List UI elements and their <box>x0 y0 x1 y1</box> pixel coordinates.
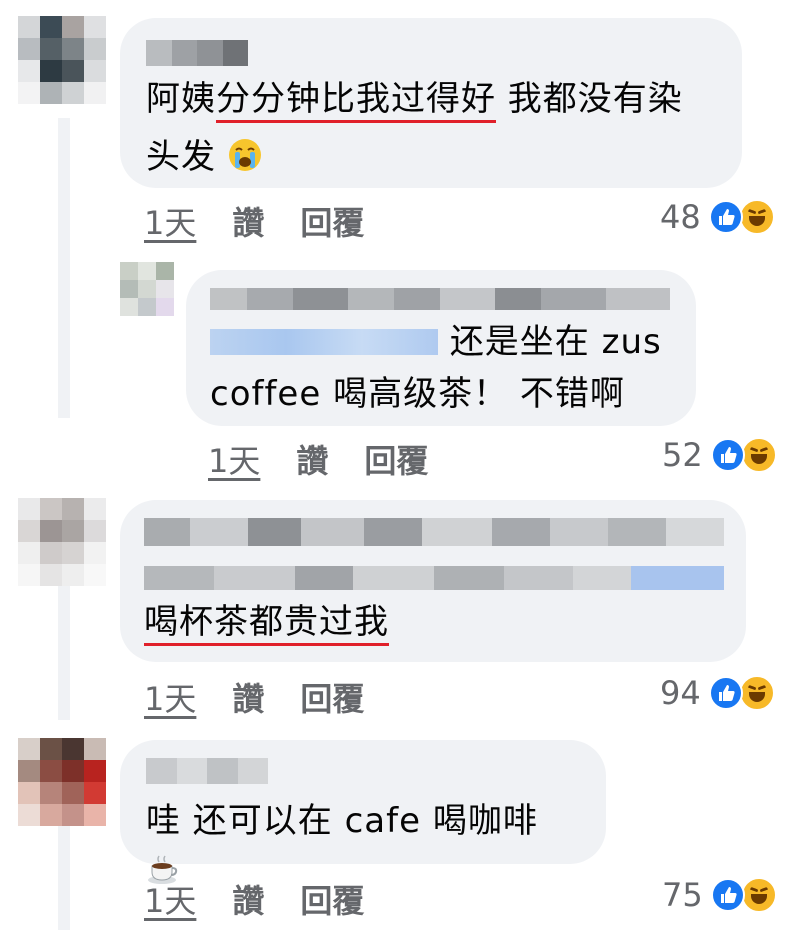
like-button[interactable]: 讚 <box>232 674 264 720</box>
underlined-text: 喝杯茶都贵过我 <box>144 602 389 642</box>
avatar[interactable] <box>18 738 106 826</box>
haha-icon <box>740 437 777 473</box>
comment-text: 喝杯茶都贵过我 <box>144 596 722 648</box>
reply-button[interactable]: 回覆 <box>300 198 364 244</box>
like-button[interactable]: 讚 <box>232 198 264 244</box>
comment-actions: 1天 讚 回覆 <box>208 436 428 482</box>
comment-actions: 1天 讚 回覆 <box>144 198 364 244</box>
reaction-summary[interactable]: 52 <box>662 436 777 474</box>
timestamp-link[interactable]: 1天 <box>144 674 196 720</box>
like-button[interactable]: 讚 <box>232 876 264 922</box>
text-blurred <box>144 566 724 590</box>
reaction-count: 94 <box>660 674 701 712</box>
reaction-summary[interactable]: 48 <box>660 198 775 236</box>
reaction-summary[interactable]: 75 <box>662 876 777 914</box>
comment-bubble: 哇 还可以在 cafe 喝咖啡 <box>120 740 606 884</box>
like-icon <box>710 438 745 472</box>
reaction-count: 52 <box>662 436 703 474</box>
comment-bubble: 喝杯茶都贵过我 <box>120 500 746 662</box>
like-button[interactable]: 讚 <box>296 436 328 482</box>
reaction-count: 75 <box>662 876 703 914</box>
reply-button[interactable]: 回覆 <box>364 436 428 482</box>
like-icon <box>708 200 743 234</box>
comment-actions: 1天 讚 回覆 <box>144 876 364 922</box>
thread-line <box>58 118 70 418</box>
mention-blurred[interactable] <box>210 329 438 355</box>
crying-face-icon <box>228 139 261 171</box>
avatar[interactable] <box>120 262 174 316</box>
thread-line <box>58 580 70 720</box>
comment-actions: 1天 讚 回覆 <box>144 674 364 720</box>
avatar[interactable] <box>18 16 106 104</box>
avatar[interactable] <box>18 498 106 586</box>
comment-text: 还是坐在 zus coffee 喝高级茶！ 不错啊 <box>210 322 662 414</box>
reply-button[interactable]: 回覆 <box>300 674 364 720</box>
reply-button[interactable]: 回覆 <box>300 876 364 922</box>
timestamp-link[interactable]: 1天 <box>144 198 196 244</box>
comment-bubble: 还是坐在 zus coffee 喝高级茶！ 不错啊 <box>186 270 696 426</box>
like-icon <box>708 676 743 710</box>
underlined-text: 分分钟比我过得好 <box>216 79 496 119</box>
author-name-blurred[interactable] <box>146 758 268 784</box>
haha-icon <box>740 877 777 913</box>
reaction-count: 48 <box>660 198 701 236</box>
author-name-blurred[interactable] <box>146 40 248 66</box>
comment-bubble: 阿姨分分钟比我过得好 我都没有染 头发 <box>120 18 742 188</box>
comment-text: 阿姨分分钟比我过得好 我都没有染 头发 <box>146 79 683 177</box>
like-icon <box>710 878 745 912</box>
haha-icon <box>738 199 775 235</box>
timestamp-link[interactable]: 1天 <box>144 876 196 922</box>
thread-line <box>58 820 70 930</box>
haha-icon <box>738 675 775 711</box>
reaction-summary[interactable]: 94 <box>660 674 775 712</box>
author-name-blurred[interactable] <box>144 518 724 546</box>
author-name-blurred[interactable] <box>210 288 670 310</box>
timestamp-link[interactable]: 1天 <box>208 436 260 482</box>
